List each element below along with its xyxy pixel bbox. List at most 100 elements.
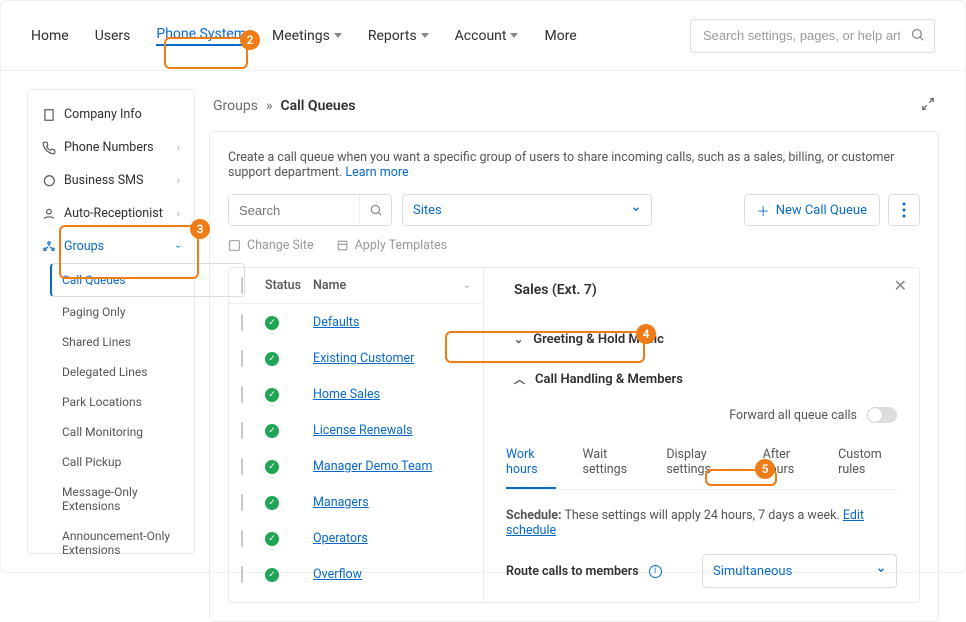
- row-checkbox[interactable]: [241, 566, 243, 583]
- schedule-label: Schedule:: [506, 508, 562, 523]
- table-row[interactable]: ✓ Overflow: [229, 556, 483, 592]
- queue-name-link[interactable]: Managers: [313, 495, 369, 510]
- queue-name-link[interactable]: Defaults: [313, 315, 359, 330]
- sidebar-sub-delegated-lines[interactable]: Delegated Lines: [56, 357, 194, 387]
- panel-description: Create a call queue when you want a spec…: [228, 150, 920, 180]
- sidebar-sub-call-queues[interactable]: Call Queues: [50, 263, 245, 297]
- row-checkbox[interactable]: [241, 458, 243, 475]
- queue-name-link[interactable]: Overflow: [313, 567, 362, 582]
- schedule-text: These settings will apply 24 hours, 7 da…: [564, 508, 842, 523]
- sidebar-sub-call-pickup[interactable]: Call Pickup: [56, 447, 194, 477]
- handling-tabs: Work hours Wait settings Display setting…: [506, 437, 897, 490]
- queue-name-link[interactable]: Home Sales: [313, 387, 380, 402]
- sidebar-sub-park-locations[interactable]: Park Locations: [56, 387, 194, 417]
- chevron-down-icon: [421, 33, 429, 38]
- nav-home[interactable]: Home: [31, 28, 69, 44]
- more-actions-button[interactable]: [888, 194, 920, 226]
- breadcrumb-current: Call Queues: [281, 98, 356, 114]
- nav-reports[interactable]: Reports: [368, 28, 429, 44]
- close-icon[interactable]: ✕: [894, 276, 907, 295]
- queue-detail-pane: ✕ Sales (Ext. 7) ⌄ Greeting & Hold Music…: [484, 268, 919, 602]
- tab-custom-rules[interactable]: Custom rules: [838, 437, 897, 489]
- change-site-action: Change Site: [228, 238, 314, 253]
- expand-icon[interactable]: [921, 97, 935, 115]
- breadcrumb: Groups » Call Queues: [209, 89, 939, 131]
- nav-account[interactable]: Account: [455, 28, 519, 44]
- chevron-down-icon: [631, 203, 641, 218]
- name-header[interactable]: Name⌄: [313, 278, 471, 293]
- search-icon[interactable]: [359, 195, 391, 225]
- row-checkbox[interactable]: [241, 494, 243, 511]
- sidebar-sub-message-only[interactable]: Message-Only Extensions: [56, 477, 194, 521]
- new-call-queue-button[interactable]: ＋New Call Queue: [744, 194, 880, 226]
- chevron-right-icon: ›: [177, 174, 180, 187]
- chevron-down-icon: [334, 33, 342, 38]
- row-checkbox[interactable]: [241, 350, 243, 367]
- nav-users[interactable]: Users: [95, 28, 131, 44]
- sidebar-sub-shared-lines[interactable]: Shared Lines: [56, 327, 194, 357]
- breadcrumb-groups[interactable]: Groups: [213, 98, 258, 114]
- tab-wait-settings[interactable]: Wait settings: [582, 437, 640, 489]
- status-ok-icon: ✓: [265, 496, 279, 510]
- headset-icon: [42, 207, 56, 221]
- annotation-4: 4: [636, 324, 656, 344]
- row-checkbox[interactable]: [241, 422, 243, 439]
- status-ok-icon: ✓: [265, 388, 279, 402]
- sidebar-sub-paging-only[interactable]: Paging Only: [56, 297, 194, 327]
- row-checkbox[interactable]: [241, 530, 243, 547]
- building-icon: [42, 108, 56, 122]
- status-header[interactable]: Status: [265, 278, 313, 293]
- row-checkbox[interactable]: [241, 314, 243, 331]
- annotation-5: 5: [755, 459, 775, 479]
- learn-more-link[interactable]: Learn more: [345, 165, 408, 180]
- nav-phone-system[interactable]: Phone System: [156, 26, 246, 46]
- status-ok-icon: ✓: [265, 316, 279, 330]
- chevron-right-icon: ›: [177, 207, 180, 220]
- tab-work-hours[interactable]: Work hours: [506, 437, 556, 489]
- table-row[interactable]: ✓ Existing Customer: [229, 340, 483, 376]
- queue-name-link[interactable]: Manager Demo Team: [313, 459, 432, 474]
- sidebar-item-phone-numbers[interactable]: Phone Numbers›: [28, 131, 194, 164]
- global-search-input[interactable]: [690, 19, 935, 53]
- sort-icon: ⌄: [463, 280, 471, 291]
- plus-icon: ＋: [757, 201, 770, 220]
- table-row[interactable]: ✓ Managers: [229, 484, 483, 520]
- queue-search-input[interactable]: [229, 195, 359, 225]
- status-ok-icon: ✓: [265, 424, 279, 438]
- sidebar-item-auto-receptionist[interactable]: Auto-Receptionist›: [28, 197, 194, 230]
- table-row[interactable]: ✓ Manager Demo Team: [229, 448, 483, 484]
- sidebar-item-company-info[interactable]: Company Info: [28, 98, 194, 131]
- sidebar-item-groups[interactable]: Groups›: [28, 230, 194, 263]
- row-checkbox[interactable]: [241, 386, 243, 403]
- queue-name-link[interactable]: Operators: [313, 531, 368, 546]
- forward-all-toggle[interactable]: [867, 407, 897, 423]
- phone-icon: [42, 141, 56, 155]
- sites-dropdown[interactable]: Sites: [402, 194, 652, 226]
- section-call-handling[interactable]: ︿ Call Handling & Members: [506, 359, 897, 399]
- bulk-actions: Change Site Apply Templates: [228, 226, 920, 265]
- table-row[interactable]: ✓ License Renewals: [229, 412, 483, 448]
- groups-icon: [42, 240, 56, 254]
- chevron-down-icon: [510, 33, 518, 38]
- table-row[interactable]: ✓ Home Sales: [229, 376, 483, 412]
- table-row[interactable]: ✓Operators: [229, 520, 483, 556]
- queue-search: [228, 194, 392, 226]
- queues-table: Status Name⌄ ✓ Defaults ✓ Existing Customer…: [229, 268, 484, 602]
- nav-meetings[interactable]: Meetings: [272, 28, 342, 44]
- table-row[interactable]: ✓ Defaults: [229, 304, 483, 340]
- tab-display-settings[interactable]: Display settings: [666, 437, 736, 489]
- route-select[interactable]: Simultaneous: [702, 554, 897, 588]
- section-greeting[interactable]: ⌄ Greeting & Hold Music: [506, 320, 897, 359]
- chevron-down-icon: [876, 564, 886, 579]
- sidebar-sub-announcement-only[interactable]: Announcement-Only Extensions: [56, 521, 194, 565]
- queue-name-link[interactable]: License Renewals: [313, 423, 413, 438]
- status-ok-icon: ✓: [265, 352, 279, 366]
- sidebar-sub-call-monitoring[interactable]: Call Monitoring: [56, 417, 194, 447]
- status-ok-icon: ✓: [265, 460, 279, 474]
- sidebar-groups-subnav: Call Queues Paging Only Shared Lines Del…: [28, 263, 194, 565]
- nav-more[interactable]: More: [544, 28, 576, 44]
- info-icon[interactable]: i: [649, 565, 662, 578]
- queue-name-link[interactable]: Existing Customer: [313, 351, 414, 366]
- status-ok-icon: ✓: [265, 568, 279, 582]
- sidebar-item-business-sms[interactable]: Business SMS›: [28, 164, 194, 197]
